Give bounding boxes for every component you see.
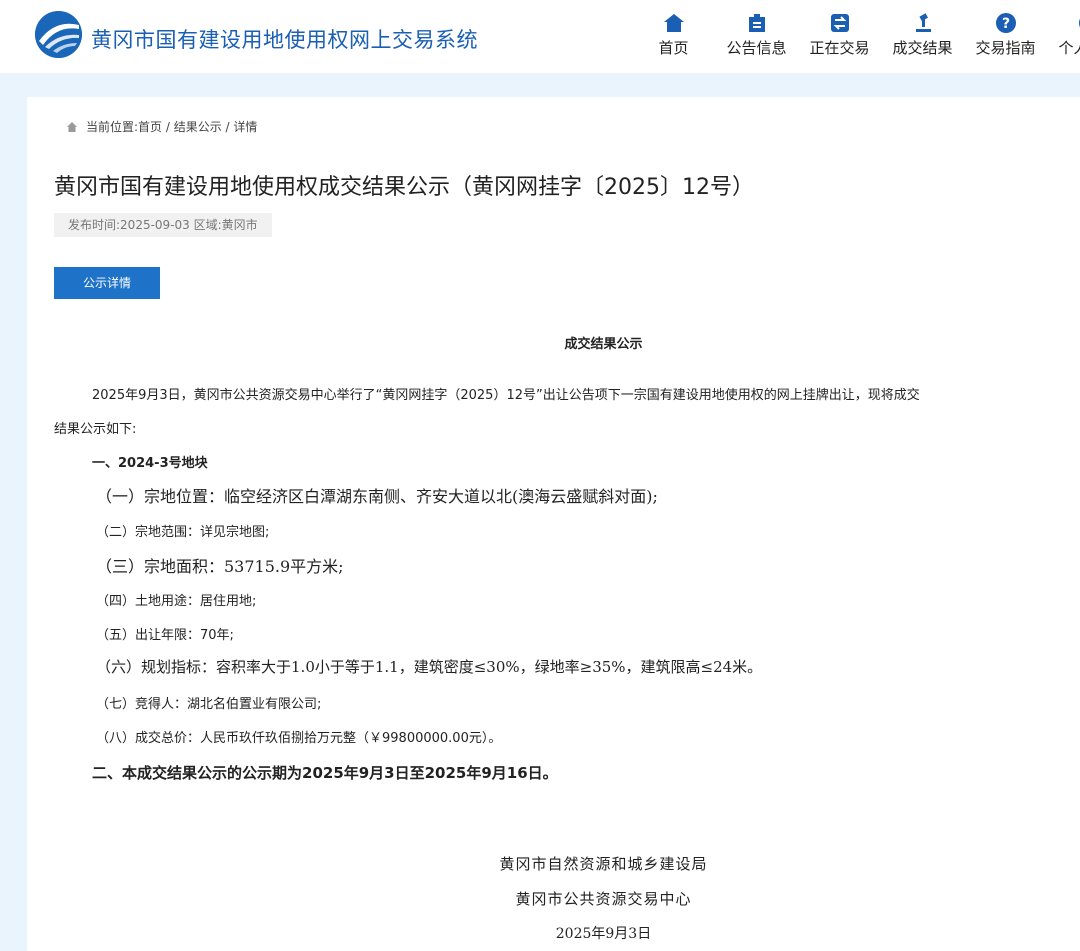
gavel-icon	[915, 13, 931, 32]
nav-announcements[interactable]: 公告信息	[715, 10, 798, 58]
announcement-icon	[748, 14, 765, 32]
nav-home[interactable]: 首页	[632, 10, 715, 58]
list-item: （五）出让年限：70年;	[96, 628, 234, 643]
signature-bureau: 黄冈市自然资源和城乡建设局	[499, 855, 708, 873]
breadcrumb: 当前位置:首页 / 结果公示 / 详情	[66, 118, 257, 135]
intro-paragraph: 2025年9月3日，黄冈市公共资源交易中心举行了“黄冈网挂字（2025）12号”…	[92, 388, 920, 403]
nav-label: 交易指南	[975, 39, 1036, 57]
list-item: （八）成交总价：人民币玖仟玖佰捌拾万元整（￥99800000.00元）。	[96, 731, 502, 746]
list-item: （七）竞得人：湖北名伯置业有限公司;	[96, 697, 322, 712]
breadcrumb-text[interactable]: 当前位置:首页 / 结果公示 / 详情	[86, 120, 257, 134]
nav-label: 成交结果	[892, 39, 953, 57]
section-heading: 二、本成交结果公示的公示期为2025年9月3日至2025年9月16日。	[92, 764, 558, 782]
top-header: 黄冈市国有建设用地使用权网上交易系统 首页 公告信息 正在交易 成交结果 ? 交…	[0, 0, 1080, 73]
nav-guide[interactable]: ? 交易指南	[964, 10, 1047, 58]
home-icon	[663, 14, 684, 32]
list-item: （四）土地用途：居住用地;	[96, 594, 257, 609]
nav-label: 个人中心	[1058, 39, 1080, 57]
page-title: 黄冈市国有建设用地使用权成交结果公示（黄冈网挂字〔2025〕12号）	[54, 175, 754, 200]
home-icon	[67, 122, 77, 132]
document-heading: 成交结果公示	[564, 337, 643, 352]
publish-meta: 发布时间:2025-09-03 区域:黄冈市	[54, 213, 272, 237]
exchange-icon	[830, 14, 849, 32]
intro-paragraph-end: 结果公示如下:	[54, 422, 137, 437]
site-logo[interactable]	[35, 11, 82, 58]
nav-label: 首页	[658, 39, 689, 57]
content-card: 当前位置:首页 / 结果公示 / 详情 黄冈市国有建设用地使用权成交结果公示（黄…	[27, 97, 1080, 951]
list-item: （二）宗地范围：详见宗地图;	[96, 525, 270, 540]
help-icon: ?	[995, 13, 1016, 33]
list-item: （六）规划指标：容积率大于1.0小于等于1.1，建筑密度≤30%，绿地率≥35%…	[96, 658, 763, 676]
nav-label: 公告信息	[726, 39, 787, 57]
site-title[interactable]: 黄冈市国有建设用地使用权网上交易系统	[91, 24, 478, 54]
tab-announcement-details[interactable]: 公示详情	[54, 267, 160, 299]
signature-center: 黄冈市公共资源交易中心	[515, 890, 692, 908]
svg-text:?: ?	[1001, 16, 1009, 32]
nav-label: 正在交易	[809, 39, 870, 57]
main-nav: 首页 公告信息 正在交易 成交结果 ? 交易指南 个人中心	[632, 10, 1080, 58]
signature-date: 2025年9月3日	[555, 926, 652, 942]
list-item: （三）宗地面积：53715.9平方米;	[96, 557, 344, 576]
nav-trading[interactable]: 正在交易	[798, 10, 881, 58]
list-item: （一）宗地位置：临空经济区白潭湖东南侧、齐安大道以北(澳海云盛赋斜对面);	[96, 487, 658, 506]
nav-results[interactable]: 成交结果	[881, 10, 964, 58]
section-heading: 一、2024-3号地块	[92, 456, 208, 471]
nav-personal-center[interactable]: 个人中心	[1047, 10, 1080, 58]
